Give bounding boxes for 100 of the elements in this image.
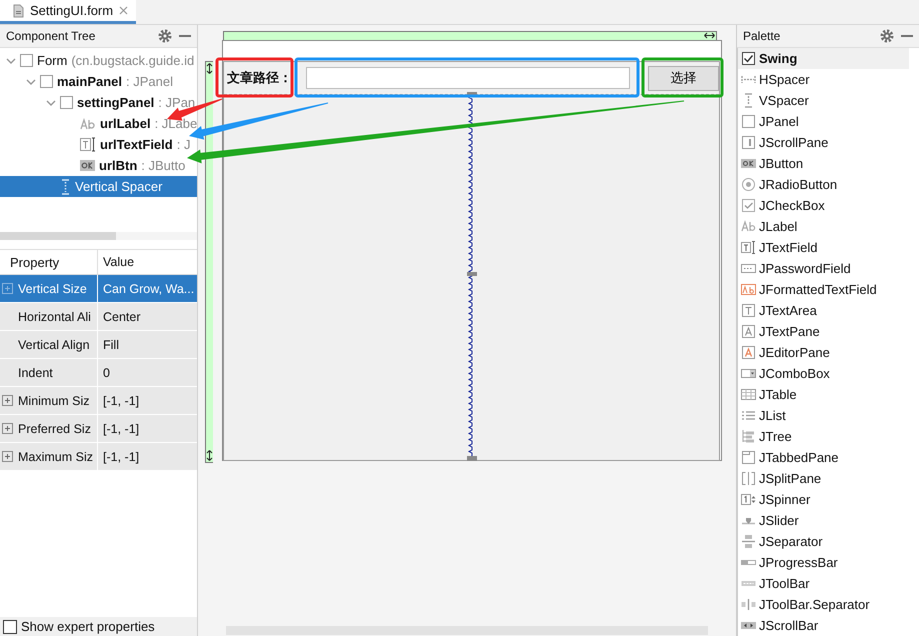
component-name: settingPanel [77,95,154,110]
tree-item[interactable]: urlLabel : JLabe [0,113,197,134]
tree-item[interactable]: urlTextField : J [0,134,197,155]
palette-item[interactable]: JScrollPane [738,132,919,153]
property-row[interactable]: Maximum Siz [-1, -1] [0,443,197,471]
palette-item[interactable]: JComboBox [738,363,919,384]
property-row[interactable]: Minimum Siz [-1, -1] [0,387,197,415]
tree-item[interactable]: Form (cn.bugstack.guide.id [0,50,197,71]
resize-icon[interactable] [704,32,715,39]
property-name: Indent [18,366,53,380]
palette-item[interactable]: VSpacer [738,90,919,111]
property-row[interactable]: Horizontal Ali Center [0,303,197,331]
property-row[interactable]: Preferred Siz [-1, -1] [0,415,197,443]
tree-item[interactable]: settingPanel : JPan [0,92,197,113]
palette-item[interactable]: JTree [738,426,919,447]
component-type: : JLabe [154,116,197,131]
vertical-spacer-icon [60,178,71,194]
palette-item[interactable]: JSpinner [738,489,919,510]
chevron-icon[interactable] [26,76,36,86]
palette-group[interactable]: Swing [738,48,909,69]
palette-item[interactable]: JEditorPane [738,342,919,363]
palette-item[interactable]: JProgressBar [738,552,919,573]
tree-item[interactable]: Vertical Spacer [0,176,197,197]
palette-item[interactable]: HSpacer [738,69,919,90]
panel-icon [741,114,756,129]
expand-icon[interactable] [2,451,13,462]
checkbox[interactable] [742,52,755,65]
resize-icon[interactable] [206,63,213,74]
button-icon [80,160,95,171]
property-value[interactable]: Fill [98,331,197,358]
scrollbar-thumb[interactable] [0,232,116,240]
group-label: Swing [759,51,798,66]
property-value[interactable]: 0 [98,359,197,386]
property-row[interactable]: Vertical Align Fill [0,331,197,359]
settings-icon[interactable] [880,29,894,43]
palette-item[interactable]: JTable [738,384,919,405]
close-icon[interactable] [119,6,128,15]
layout-guide[interactable] [223,31,717,40]
settings-icon[interactable] [158,29,172,43]
path-label[interactable]: 文章路径： [227,69,296,87]
property-value[interactable]: Can Grow, Wa... [98,275,197,302]
panel-title: Component Tree [6,29,96,43]
checkbox[interactable] [3,620,17,634]
textarea-icon [741,303,756,318]
component-type: : JButto [141,158,186,173]
palette-item[interactable]: JButton [738,153,919,174]
palette-item[interactable]: JRadioButton [738,174,919,195]
palette-item[interactable]: JToolBar [738,573,919,594]
formatted-icon [741,282,756,297]
property-name: Maximum Siz [18,450,94,464]
palette-item[interactable]: JSeparator [738,531,919,552]
component-name: Form [37,53,68,68]
property-value[interactable]: Center [98,303,197,330]
component-type: (cn.bugstack.guide.id [71,53,194,68]
column-header[interactable]: Value [98,250,197,274]
palette-item[interactable]: JTextPane [738,321,919,342]
palette-item[interactable]: JPanel [738,111,919,132]
resize-icon[interactable] [206,450,213,461]
palette-item[interactable]: JSplitPane [738,468,919,489]
property-name: Vertical Align [18,338,90,352]
expand-icon[interactable] [2,395,13,406]
property-name: Horizontal Ali [18,310,91,324]
component-name: urlBtn [99,158,138,173]
palette-item[interactable]: JScrollBar [738,615,919,636]
palette-item[interactable]: JList [738,405,919,426]
tree-item[interactable]: urlBtn : JButto [0,155,197,176]
path-field[interactable] [306,67,630,89]
property-name: Minimum Siz [18,394,90,408]
chevron-icon[interactable] [46,98,56,108]
component-name: mainPanel [57,74,122,89]
property-value[interactable]: [-1, -1] [98,387,197,414]
palette-item[interactable]: JSlider [738,510,919,531]
radio-icon [741,177,756,192]
component-name: urlLabel [100,116,151,131]
component-type: : J [176,137,190,152]
choose-button[interactable]: 选择 [648,66,719,90]
vertical-spacer-drawing[interactable] [467,92,477,462]
palette-item[interactable]: JPasswordField [738,258,919,279]
palette-item[interactable]: JTextArea [738,300,919,321]
property-row[interactable]: Vertical Size Can Grow, Wa... [0,275,197,303]
tree-item[interactable]: mainPanel : JPanel [0,71,197,92]
layout-guide[interactable] [205,61,213,463]
property-value[interactable]: [-1, -1] [98,443,197,470]
expand-icon[interactable] [2,423,13,434]
component-name: Vertical Spacer [75,179,162,194]
palette-item[interactable]: JLabel [738,216,919,237]
palette-item[interactable]: JTabbedPane [738,447,919,468]
palette-item[interactable]: JFormattedTextField [738,279,919,300]
palette-item[interactable]: JTextField [738,237,919,258]
tabbed-icon [741,450,756,465]
tree-icon [741,429,756,444]
palette-item[interactable]: JCheckBox [738,195,919,216]
editor-tab[interactable]: SettingUI.form [0,0,136,24]
chevron-icon[interactable] [6,56,16,66]
palette-item[interactable]: JToolBar.Separator [738,594,919,615]
property-row[interactable]: Indent 0 [0,359,197,387]
property-value[interactable]: [-1, -1] [98,415,197,442]
label-icon [741,219,756,234]
column-header[interactable]: Property [0,250,98,274]
toolbarsep-icon [741,597,756,612]
